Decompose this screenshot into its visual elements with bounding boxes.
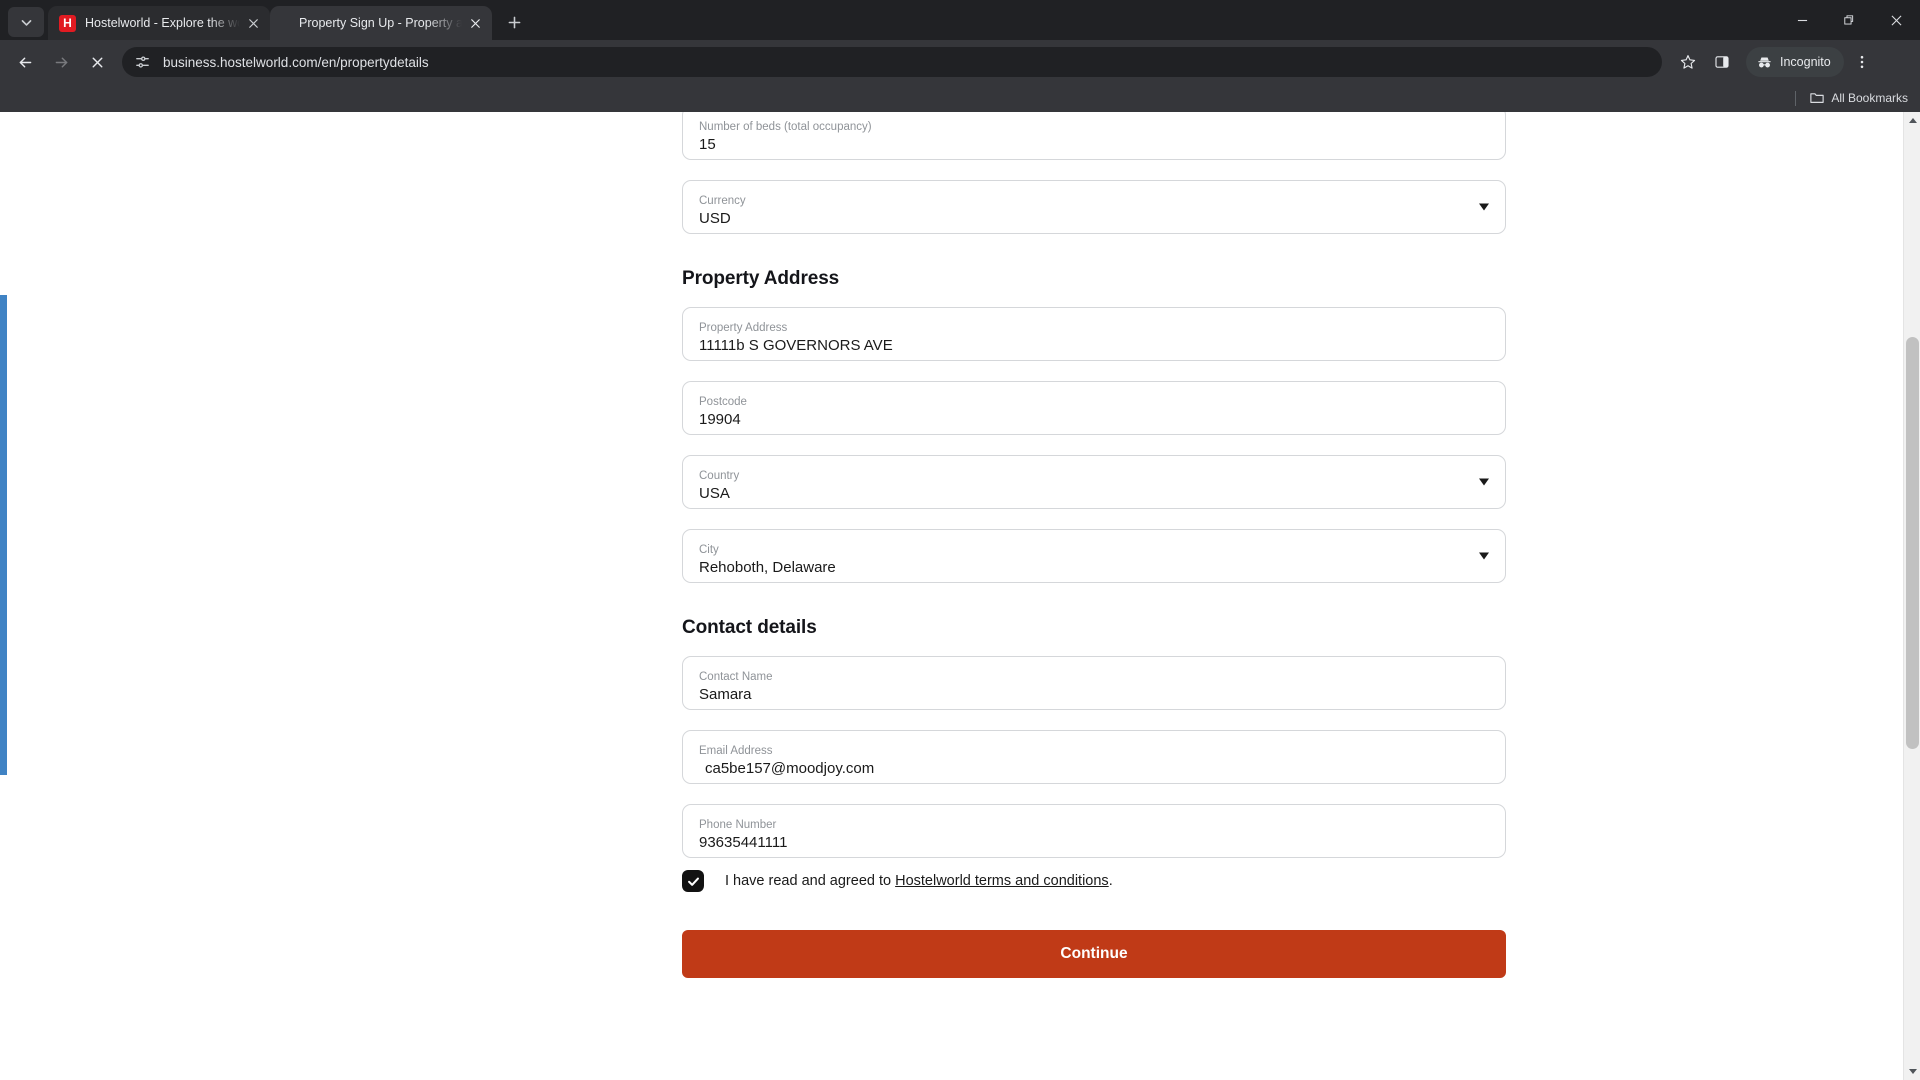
- side-panel-icon[interactable]: [1706, 46, 1738, 78]
- toolbar-right-actions: Incognito: [1670, 46, 1878, 78]
- field-number-of-beds[interactable]: Number of beds (total occupancy) 15: [682, 112, 1506, 160]
- scroll-up-arrow-icon[interactable]: [1904, 112, 1920, 129]
- close-window-button[interactable]: [1873, 0, 1920, 40]
- incognito-icon: [1758, 56, 1771, 67]
- tab-favicon-hostelworld: H: [59, 14, 76, 32]
- bookmarks-bar: All Bookmarks: [0, 84, 1920, 112]
- browser-toolbar: business.hostelworld.com/en/propertydeta…: [0, 40, 1920, 84]
- three-dot-menu-icon[interactable]: [1846, 46, 1878, 78]
- field-label: Property Address: [699, 322, 788, 334]
- tab-search-icon[interactable]: [8, 7, 44, 37]
- folder-icon: [1810, 93, 1825, 103]
- divider: [1795, 90, 1797, 106]
- field-phone-number[interactable]: Phone Number 93635441111: [682, 804, 1506, 858]
- all-bookmarks-label: All Bookmarks: [1831, 91, 1908, 105]
- terms-text-after: .: [1108, 873, 1113, 889]
- field-label: Phone Number: [699, 819, 777, 831]
- field-city[interactable]: City Rehoboth, Delaware: [682, 529, 1506, 583]
- close-icon[interactable]: [244, 14, 262, 32]
- field-property-address[interactable]: Property Address 11111b S GOVERNORS AVE: [682, 307, 1506, 361]
- field-value: USA: [699, 485, 730, 502]
- star-icon[interactable]: [1672, 46, 1704, 78]
- tab-strip: H Hostelworld - Explore the world Proper…: [0, 0, 1920, 40]
- field-contact-name[interactable]: Contact Name Samara: [682, 656, 1506, 710]
- section-heading-property-address: Property Address: [682, 268, 840, 289]
- page-viewport: Number of beds (total occupancy) 15 Curr…: [0, 112, 1920, 1080]
- minimize-button[interactable]: [1779, 0, 1826, 40]
- field-value: Samara: [699, 686, 752, 703]
- left-accent-bar: [0, 295, 7, 775]
- field-currency[interactable]: Currency USD: [682, 180, 1506, 234]
- field-label: Currency: [699, 195, 746, 207]
- field-value: 11111b S GOVERNORS AVE: [699, 337, 893, 354]
- browser-window: H Hostelworld - Explore the world Proper…: [0, 0, 1920, 1080]
- all-bookmarks-button[interactable]: All Bookmarks: [1810, 91, 1908, 105]
- scrollbar-thumb[interactable]: [1906, 337, 1919, 749]
- field-label: Country: [699, 470, 740, 482]
- field-value: 93635441111: [699, 834, 788, 851]
- close-icon[interactable]: [466, 14, 484, 32]
- stop-loading-icon[interactable]: [80, 45, 114, 79]
- field-value: Rehoboth, Delaware: [699, 559, 836, 576]
- incognito-badge[interactable]: Incognito: [1746, 47, 1844, 77]
- address-bar[interactable]: business.hostelworld.com/en/propertydeta…: [122, 47, 1662, 77]
- chevron-down-icon[interactable]: [1479, 552, 1489, 560]
- terms-checkbox[interactable]: [682, 870, 704, 892]
- field-label: City: [699, 544, 719, 556]
- field-label: Number of beds (total occupancy): [699, 121, 872, 133]
- page-info-icon[interactable]: [134, 54, 151, 71]
- browser-tab-hostelworld[interactable]: H Hostelworld - Explore the world: [48, 6, 270, 40]
- field-postcode[interactable]: Postcode 19904: [682, 381, 1506, 435]
- field-value: USD: [699, 210, 731, 227]
- chevron-down-icon[interactable]: [1479, 478, 1489, 486]
- maximize-restore-button[interactable]: [1826, 0, 1873, 40]
- tab-title: Property Sign Up - Property and...: [299, 16, 462, 30]
- terms-agreement-row: I have read and agreed to Hostelworld te…: [682, 870, 1506, 892]
- back-arrow-icon[interactable]: [8, 45, 42, 79]
- terms-text-before: I have read and agreed to: [725, 873, 896, 889]
- field-label: Email Address: [699, 745, 773, 757]
- browser-tab-property-signup[interactable]: Property Sign Up - Property and...: [270, 6, 492, 40]
- forward-arrow-icon[interactable]: [44, 45, 78, 79]
- property-details-form: Number of beds (total occupancy) 15 Curr…: [682, 112, 1506, 978]
- window-controls: [1779, 0, 1920, 40]
- url-text: business.hostelworld.com/en/propertydeta…: [163, 54, 429, 70]
- check-icon: [687, 877, 699, 886]
- terms-and-conditions-link[interactable]: Hostelworld terms and conditions: [895, 873, 1109, 889]
- field-label: Postcode: [699, 396, 747, 408]
- field-value: 15: [699, 136, 716, 153]
- scroll-down-arrow-icon[interactable]: [1904, 1063, 1920, 1080]
- new-tab-button[interactable]: [499, 7, 529, 37]
- continue-button[interactable]: Continue: [682, 930, 1506, 978]
- field-label: Contact Name: [699, 671, 773, 683]
- section-heading-contact-details: Contact details: [682, 617, 817, 638]
- field-value: ca5be157@moodjoy.com: [705, 760, 875, 777]
- field-email-address[interactable]: Email Address ca5be157@moodjoy.com: [682, 730, 1506, 784]
- page-scrollbar[interactable]: [1903, 112, 1920, 1080]
- field-value: 19904: [699, 411, 741, 428]
- chevron-down-icon[interactable]: [1479, 203, 1489, 211]
- field-country[interactable]: Country USA: [682, 455, 1506, 509]
- incognito-label: Incognito: [1780, 55, 1831, 69]
- tab-title: Hostelworld - Explore the world: [85, 16, 240, 30]
- terms-text: I have read and agreed to Hostelworld te…: [725, 873, 1113, 889]
